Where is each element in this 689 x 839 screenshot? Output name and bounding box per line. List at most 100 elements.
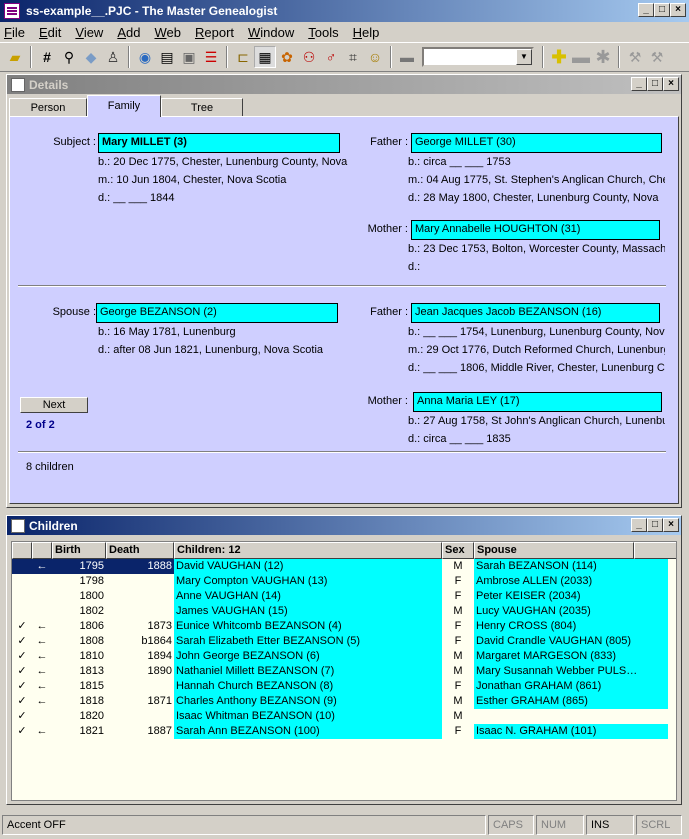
subject-name-field[interactable]: Mary MILLET (3) <box>98 133 340 153</box>
app-titlebar: ss-example__.PJC - The Master Genealogis… <box>0 0 689 22</box>
children-close-button[interactable]: × <box>663 518 679 532</box>
tree-icon[interactable]: ✿ <box>276 46 298 68</box>
menu-window[interactable]: Window <box>248 25 294 40</box>
remove-minus-icon[interactable]: ▬ <box>570 46 592 68</box>
row-spouse[interactable] <box>474 709 668 724</box>
details-maximize-button[interactable]: □ <box>647 77 663 91</box>
row-sex: M <box>453 650 463 662</box>
row-child-name[interactable]: Hannah Church BEZANSON (8) <box>174 679 442 694</box>
father-marriage: m.: 04 Aug 1775, St. Stephen's Anglican … <box>408 174 665 186</box>
table-row[interactable]: ← 1795 1888 David VAUGHAN (12) M Sarah BEZANS… <box>12 559 668 574</box>
notes-icon[interactable]: ▤ <box>156 46 178 68</box>
menu-help[interactable]: Help <box>353 25 380 40</box>
table-row[interactable]: ✓ ← 1818 1871 Charles Anthony BEZANSON (9) M E… <box>12 694 668 709</box>
globe-icon[interactable]: ◉ <box>134 46 156 68</box>
menu-view[interactable]: View <box>75 25 103 40</box>
row-spouse[interactable]: Jonathan GRAHAM (861) <box>474 679 668 694</box>
menu-web[interactable]: Web <box>154 25 181 40</box>
row-spouse[interactable]: David Crandle VAUGHAN (805) <box>474 634 668 649</box>
next-button[interactable]: Next <box>20 397 88 413</box>
row-child-name[interactable]: Anne VAUGHAN (14) <box>174 589 442 604</box>
table-row[interactable]: ✓ ← 1815 Hannah Church BEZANSON (8) F Jonatha… <box>12 679 668 694</box>
pin-right-icon[interactable]: ⚒ <box>646 46 668 68</box>
asterisk-icon[interactable]: ✱ <box>592 46 614 68</box>
table-row[interactable]: ✓ ← 1810 1894 John George BEZANSON (6) M Marga… <box>12 649 668 664</box>
camera-icon[interactable]: ▣ <box>178 46 200 68</box>
table-row[interactable]: 1798 Mary Compton VAUGHAN (13) F Ambrose AL… <box>12 574 668 589</box>
table-row[interactable]: 1802 James VAUGHAN (15) M Lucy VAUGHAN (203… <box>12 604 668 619</box>
menu-file[interactable]: File <box>4 25 25 40</box>
spouse-name-field[interactable]: George BEZANSON (2) <box>96 303 338 323</box>
row-child-name[interactable]: James VAUGHAN (15) <box>174 604 442 619</box>
header-spouse[interactable]: Spouse <box>474 542 634 559</box>
row-child-name[interactable]: David VAUGHAN (12) <box>174 559 442 574</box>
family-view-icon[interactable]: ▦ <box>254 46 276 68</box>
row-spouse[interactable]: Sarah BEZANSON (114) <box>474 559 668 574</box>
spouse-father-name-field[interactable]: Jean Jacques Jacob BEZANSON (16) <box>411 303 660 323</box>
row-child-name[interactable]: Eunice Whitcomb BEZANSON (4) <box>174 619 442 634</box>
pedigree-icon[interactable]: ⊏ <box>232 46 254 68</box>
add-plus-icon[interactable]: ✚ <box>548 46 570 68</box>
binoculars-icon[interactable]: ⚲ <box>58 46 80 68</box>
row-child-name[interactable]: Sarah Elizabeth Etter BEZANSON (5) <box>174 634 442 649</box>
back-person-icon[interactable]: ◆ <box>80 46 102 68</box>
row-spouse[interactable]: Esther GRAHAM (865) <box>474 694 668 709</box>
maximize-button[interactable]: □ <box>654 3 670 17</box>
save-disk-icon[interactable]: ▬ <box>396 46 418 68</box>
tab-family[interactable]: Family <box>87 95 161 117</box>
details-close-button[interactable]: × <box>663 77 679 91</box>
person-flow-icon[interactable]: ♙ <box>102 46 124 68</box>
row-child-name[interactable]: Mary Compton VAUGHAN (13) <box>174 574 442 589</box>
project-combo[interactable]: ▼ <box>422 47 534 67</box>
close-button[interactable]: × <box>670 3 686 17</box>
tab-person[interactable]: Person <box>9 98 87 117</box>
header-birth[interactable]: Birth <box>52 542 106 559</box>
row-spouse[interactable]: Peter KEISER (2034) <box>474 589 668 604</box>
table-row[interactable]: ✓ ← 1808 b1864 Sarah Elizabeth Etter BEZANSO… <box>12 634 668 649</box>
header-check[interactable] <box>12 542 32 559</box>
details-minimize-button[interactable]: _ <box>631 77 647 91</box>
pin-left-icon[interactable]: ⚒ <box>624 46 646 68</box>
header-sex[interactable]: Sex <box>442 542 474 559</box>
father-name-field[interactable]: George MILLET (30) <box>411 133 662 153</box>
row-child-name[interactable]: Sarah Ann BEZANSON (100) <box>174 724 442 739</box>
menu-report[interactable]: Report <box>195 25 234 40</box>
table-row[interactable]: ✓ ← 1821 1887 Sarah Ann BEZANSON (100) F Isaac… <box>12 724 668 739</box>
row-child-name[interactable]: John George BEZANSON (6) <box>174 649 442 664</box>
open-folder-icon[interactable]: ▰ <box>4 46 26 68</box>
mother-name-field[interactable]: Mary Annabelle HOUGHTON (31) <box>411 220 660 240</box>
tab-tree[interactable]: Tree <box>161 98 243 117</box>
chart-icon[interactable]: ☰ <box>200 46 222 68</box>
row-spouse[interactable]: Henry CROSS (804) <box>474 619 668 634</box>
row-birth: 1800 <box>79 590 104 602</box>
row-spouse[interactable]: Mary Susannah Webber PULS… <box>474 664 668 679</box>
children-maximize-button[interactable]: □ <box>647 518 663 532</box>
row-spouse[interactable]: Margaret MARGESON (833) <box>474 649 668 664</box>
row-spouse[interactable]: Ambrose ALLEN (2033) <box>474 574 668 589</box>
chevron-down-icon[interactable]: ▼ <box>516 49 532 65</box>
descendants-icon[interactable]: ♂ <box>320 46 342 68</box>
row-child-name[interactable]: Isaac Whitman BEZANSON (10) <box>174 709 442 724</box>
row-child-name[interactable]: Charles Anthony BEZANSON (9) <box>174 694 442 709</box>
picture-icon[interactable]: ⌗ <box>342 46 364 68</box>
minimize-button[interactable]: _ <box>638 3 654 17</box>
children-minimize-button[interactable]: _ <box>631 518 647 532</box>
header-children[interactable]: Children: 12 <box>174 542 442 559</box>
menu-tools[interactable]: Tools <box>308 25 338 40</box>
hash-icon[interactable]: # <box>36 46 58 68</box>
menu-edit[interactable]: Edit <box>39 25 61 40</box>
header-death[interactable]: Death <box>106 542 174 559</box>
menu-add[interactable]: Add <box>117 25 140 40</box>
row-spouse[interactable]: Lucy VAUGHAN (2035) <box>474 604 668 619</box>
table-row[interactable]: ✓ ← 1813 1890 Nathaniel Millett BEZANSON (7)… <box>12 664 668 679</box>
row-spouse[interactable]: Isaac N. GRAHAM (101) <box>474 724 668 739</box>
people-search-icon[interactable]: ☺ <box>364 46 386 68</box>
table-row[interactable]: ✓ ← 1806 1873 Eunice Whitcomb BEZANSON (4) F H… <box>12 619 668 634</box>
header-arrow[interactable] <box>32 542 52 559</box>
family-group-icon[interactable]: ⚇ <box>298 46 320 68</box>
row-death <box>106 604 174 619</box>
row-child-name[interactable]: Nathaniel Millett BEZANSON (7) <box>174 664 442 679</box>
table-row[interactable]: 1800 Anne VAUGHAN (14) F Peter KEISER (2034… <box>12 589 668 604</box>
spouse-mother-name-field[interactable]: Anna Maria LEY (17) <box>413 392 662 412</box>
table-row[interactable]: ✓ 1820 Isaac Whitman BEZANSON (10) M <box>12 709 668 724</box>
